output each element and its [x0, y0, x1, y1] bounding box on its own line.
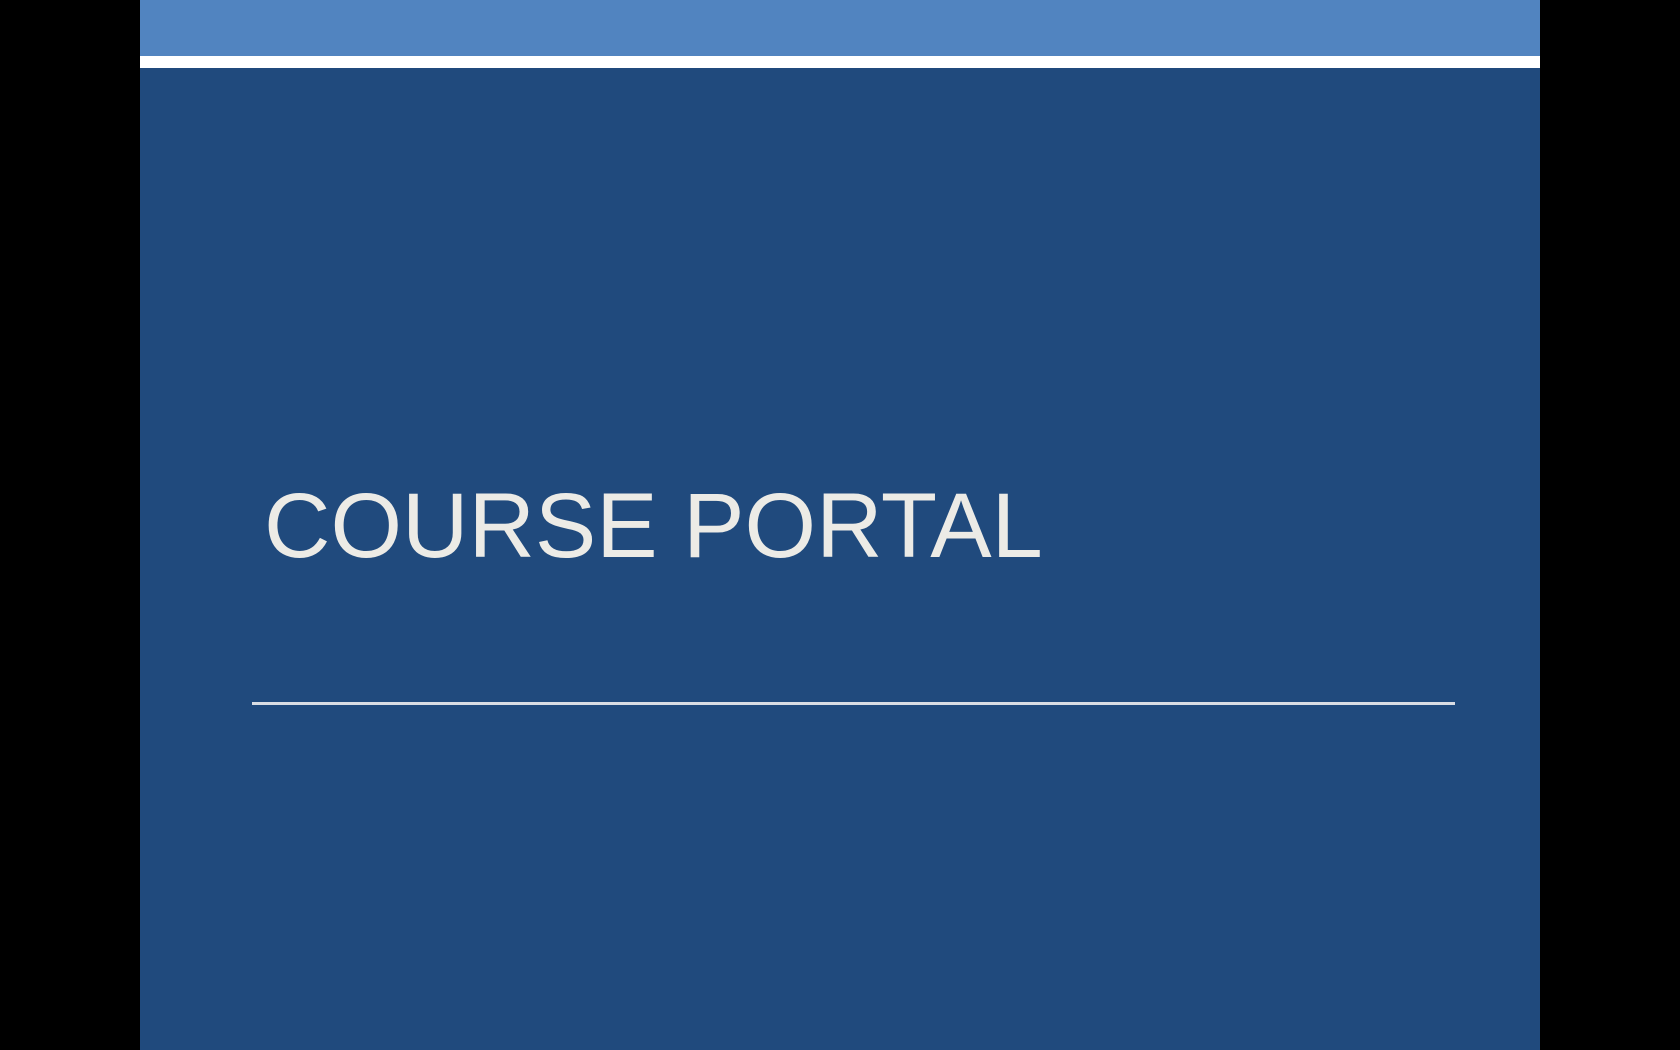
presentation-screen: COURSE PORTAL — [0, 0, 1680, 1050]
header-divider-stripe — [140, 56, 1540, 68]
header-accent-band — [140, 0, 1540, 56]
slide-title: COURSE PORTAL — [264, 475, 1043, 577]
title-underline-rule — [252, 702, 1455, 705]
slide: COURSE PORTAL — [140, 0, 1540, 1050]
